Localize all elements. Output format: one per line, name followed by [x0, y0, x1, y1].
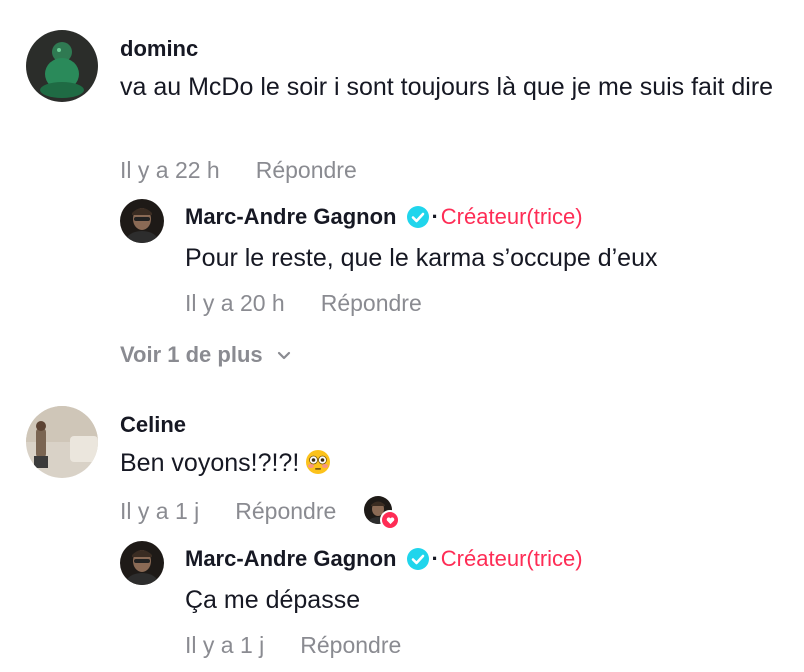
heart-icon	[380, 510, 401, 530]
reply-username-text: Marc-Andre Gagnon	[185, 546, 397, 571]
comment-time: Il y a 22 h	[120, 157, 220, 183]
comment-celine: Celine Ben voyons!?!?! Il y a 1 j Répond…	[0, 390, 804, 672]
creator-badge: · Créateur(trice)	[406, 546, 583, 572]
view-more-replies-button[interactable]: Voir 1 de plus	[120, 342, 293, 368]
reply-text: Pour le reste, que le karma s’occupe d’e…	[185, 244, 658, 272]
chevron-down-icon	[277, 351, 290, 360]
creator-label: Créateur(trice)	[440, 204, 583, 229]
badge-separator: ·	[431, 204, 439, 229]
reply-username[interactable]: Marc-Andre Gagnon · Créateur(trice)	[185, 546, 583, 572]
comment-text: Ben voyons!?!?!	[120, 444, 331, 482]
creator-liked-indicator	[364, 496, 401, 530]
verified-icon	[407, 206, 430, 228]
comment-text: va au McDo le soir i sont toujours là qu…	[120, 73, 774, 101]
creator-badge: · Créateur(trice)	[406, 204, 583, 230]
comment-meta: Il y a 22 h Répondre	[120, 157, 357, 184]
reply-avatar[interactable]	[120, 199, 164, 243]
view-more-label: Voir 1 de plus	[120, 342, 263, 367]
creator-label: Créateur(trice)	[440, 546, 583, 571]
reply-button[interactable]: Répondre	[321, 290, 422, 317]
reply-button[interactable]: Répondre	[235, 498, 336, 525]
reply-time: Il y a 1 j	[185, 632, 265, 658]
flushed-face-icon	[306, 450, 331, 474]
reply-username[interactable]: Marc-Andre Gagnon · Créateur(trice)	[185, 204, 583, 230]
reply-meta: Il y a 20 h Répondre	[185, 290, 422, 317]
reply-button[interactable]: Répondre	[300, 632, 401, 659]
avatar[interactable]	[26, 30, 98, 102]
reply-avatar[interactable]	[120, 541, 164, 585]
comment-meta: Il y a 1 j Répondre	[120, 496, 401, 530]
comment-text-content: Ben voyons!?!?!	[120, 449, 300, 477]
comment-username[interactable]: Celine	[120, 412, 186, 438]
badge-separator: ·	[431, 546, 439, 571]
reply-text: Ça me dépasse	[185, 586, 361, 614]
comment-time: Il y a 1 j	[120, 497, 200, 524]
comment-dominc: dominc va au McDo le soir i sont toujour…	[0, 0, 804, 390]
verified-icon	[407, 548, 430, 570]
reply-meta: Il y a 1 j Répondre	[185, 632, 401, 659]
reply-username-text: Marc-Andre Gagnon	[185, 204, 397, 229]
reply-time: Il y a 20 h	[185, 290, 285, 316]
comment-username[interactable]: dominc	[120, 36, 198, 62]
reply-button[interactable]: Répondre	[256, 157, 357, 184]
avatar[interactable]	[26, 406, 98, 478]
